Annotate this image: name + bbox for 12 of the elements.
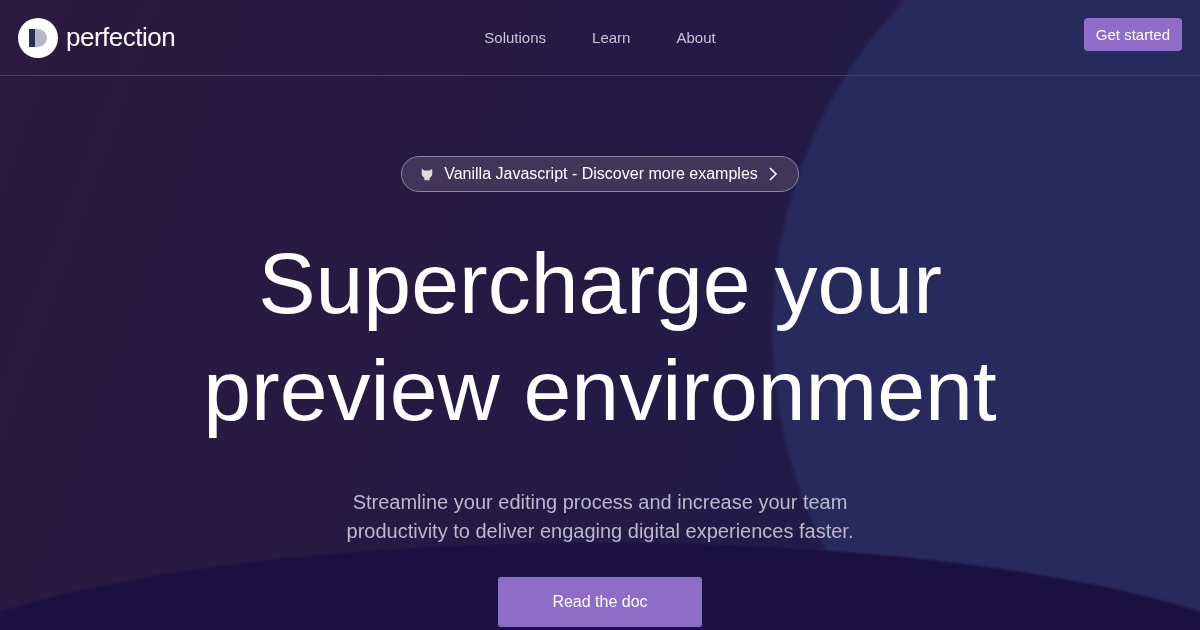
read-doc-button[interactable]: Read the doc [498, 577, 702, 627]
nav-link[interactable]: Solutions [484, 29, 547, 46]
announcement-link[interactable]: Vanilla Javascript - Discover more examples [401, 156, 799, 192]
headline: Supercharge your preview environment [203, 234, 997, 440]
chevron-icon [767, 166, 778, 182]
subtitle: Streamline your editing process and increase your team productivity to deliver engaging digital experiences faster. [346, 490, 854, 544]
logo-icon [18, 17, 58, 58]
nav-link[interactable]: About [676, 29, 716, 46]
get-started-button[interactable]: Get started [1083, 18, 1182, 51]
cat-icon [420, 167, 435, 181]
nav-link[interactable]: Learn [592, 29, 631, 46]
brand-name: perfection [66, 22, 176, 53]
